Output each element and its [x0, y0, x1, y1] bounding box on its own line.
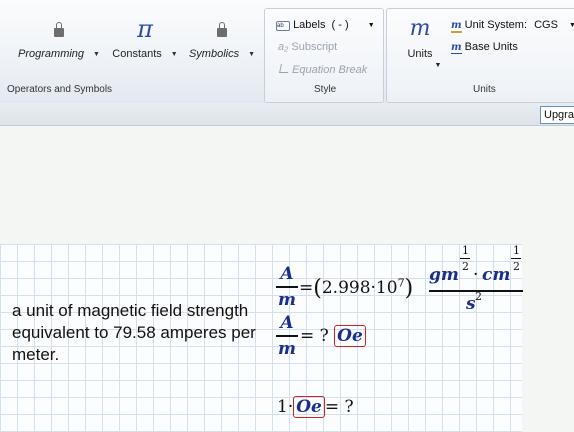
symbolics-label: Symbolics — [188, 48, 240, 60]
eq1-denominator: m — [278, 289, 296, 310]
eq1-exponent: 7 — [397, 276, 405, 290]
constants-label: Constants — [112, 48, 162, 60]
cm-exponent-numerator: 1 — [513, 244, 520, 257]
unit-gm: gm — [429, 265, 459, 285]
chevron-down-icon[interactable]: ▼ — [248, 51, 255, 58]
lock-icon — [14, 16, 104, 42]
s-exponent: 2 — [475, 290, 482, 303]
unit-system-value: CGS — [534, 19, 558, 31]
labels-value: ( - ) — [331, 19, 349, 31]
unit-system-dropdown[interactable]: m Unit System: CGS ▼ — [451, 19, 574, 33]
eq2-denominator: m — [278, 338, 296, 359]
eq1-equals: = — [299, 278, 314, 298]
chevron-down-icon[interactable]: ▼ — [93, 51, 100, 58]
chevron-down-icon[interactable]: ▼ — [569, 22, 574, 29]
unit-system-icon: m — [451, 20, 462, 33]
ribbon: Programming ▼ π Constants ▼ Symbolics ▼ Ope… — [0, 0, 574, 104]
chevron-down-icon[interactable]: ▼ — [171, 51, 178, 58]
gm-exponent-denominator: 2 — [462, 260, 469, 273]
unit-system-label: Unit System: — [464, 19, 528, 31]
labels-label: Labels — [293, 19, 326, 31]
secondary-toolbar — [0, 103, 574, 126]
base-units-icon: m — [451, 42, 462, 54]
eq3-unit[interactable]: Oe — [293, 396, 325, 418]
labels-icon: ab — [276, 21, 290, 31]
programming-button[interactable]: Programming ▼ — [14, 16, 104, 60]
symbolics-button[interactable]: Symbolics ▼ — [186, 16, 258, 60]
eq1-numerator: A — [280, 264, 294, 284]
style-group-label: Style — [314, 84, 337, 95]
equation-break-label: Equation Break — [292, 64, 368, 76]
labels-dropdown[interactable]: ab Labels ( - ) ▼ — [276, 19, 375, 31]
base-units-button[interactable]: m Base Units — [451, 41, 518, 54]
units-label: Units — [407, 48, 433, 60]
eq2-equals: = ? — [300, 326, 329, 346]
eq2-unit-placeholder[interactable]: Oe — [334, 325, 366, 347]
units-button[interactable]: m Units ▼ — [394, 16, 446, 69]
eq1-fraction[interactable]: A m — [276, 264, 298, 310]
cm-exponent-denominator: 2 — [513, 260, 520, 273]
subscript-icon: a₂ — [278, 41, 289, 53]
subscript-button[interactable]: a₂ Subscript — [278, 41, 337, 53]
subscript-label: Subscript — [291, 41, 338, 53]
units-icon: m — [409, 16, 431, 41]
base-units-label: Base Units — [464, 41, 518, 53]
equation-break-button[interactable]: Equation Break — [279, 64, 368, 76]
eq3-coefficient: 1 — [277, 397, 288, 417]
eq1-base: 10 — [375, 278, 398, 298]
chevron-down-icon[interactable]: ▼ — [430, 62, 446, 69]
eq2-numerator: A — [280, 313, 294, 333]
definition-text[interactable]: a unit of magnetic field strength equiva… — [12, 300, 262, 366]
eq2-fraction[interactable]: A m — [276, 313, 298, 359]
gm-exponent-numerator: 1 — [462, 244, 469, 257]
unit-cm: cm — [482, 265, 511, 285]
eq3-expression[interactable]: 1· Oe = ? — [277, 396, 354, 418]
eq2-result[interactable]: = ? Oe — [300, 325, 366, 347]
chevron-down-icon[interactable]: ▼ — [368, 22, 375, 29]
programming-label: Programming — [18, 48, 85, 60]
eq1-unit-fraction[interactable]: 1 2 1 2 gm · cm s 2 — [429, 244, 523, 314]
eq1-coefficient: 2.998 — [321, 278, 371, 298]
equation-break-icon — [279, 64, 290, 73]
lock-icon — [186, 16, 258, 42]
eq3-result: = ? — [324, 397, 354, 417]
units-group-label: Units — [473, 84, 496, 95]
upgrade-button[interactable]: Upgra — [540, 106, 574, 124]
pi-icon: π — [137, 15, 153, 43]
operators-group-label: Operators and Symbols — [7, 84, 113, 95]
constants-button[interactable]: π Constants ▼ — [108, 16, 182, 60]
eq1-value[interactable]: =(2.998·107) — [299, 276, 413, 301]
